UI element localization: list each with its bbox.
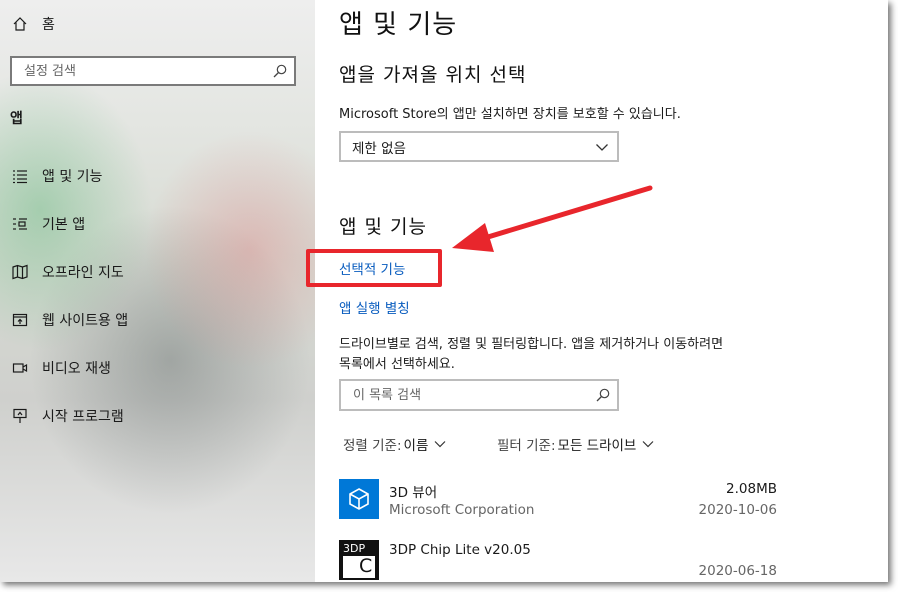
annotation-arrow-icon [452, 185, 653, 252]
settings-window: 홈 앱 앱 및 기능 기본 앱 오프라인 지도 [0, 0, 888, 582]
